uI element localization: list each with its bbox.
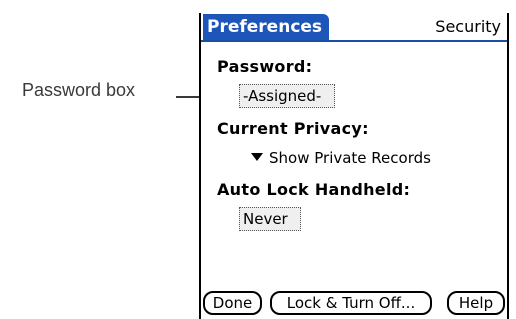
callout-password-box-label: Password box	[22, 80, 136, 100]
help-button[interactable]: Help	[447, 291, 505, 315]
auto-lock-box[interactable]: Never	[239, 207, 301, 231]
dropdown-triangle-icon	[251, 152, 263, 161]
lock-turn-off-button[interactable]: Lock & Turn Off...	[270, 291, 432, 315]
device-screen: Preferences Security Password: -Assigned…	[199, 13, 509, 319]
privacy-value: Show Private Records	[269, 149, 431, 167]
category-security[interactable]: Security	[435, 15, 501, 39]
app-title: Preferences	[203, 14, 329, 40]
current-privacy-label: Current Privacy:	[217, 119, 369, 138]
auto-lock-label: Auto Lock Handheld:	[217, 180, 411, 199]
done-button[interactable]: Done	[203, 291, 262, 315]
privacy-popup-trigger[interactable]: Show Private Records	[251, 147, 431, 169]
password-box[interactable]: -Assigned-	[239, 84, 335, 108]
password-label: Password:	[217, 57, 313, 76]
title-bar: Preferences Security	[201, 13, 507, 42]
